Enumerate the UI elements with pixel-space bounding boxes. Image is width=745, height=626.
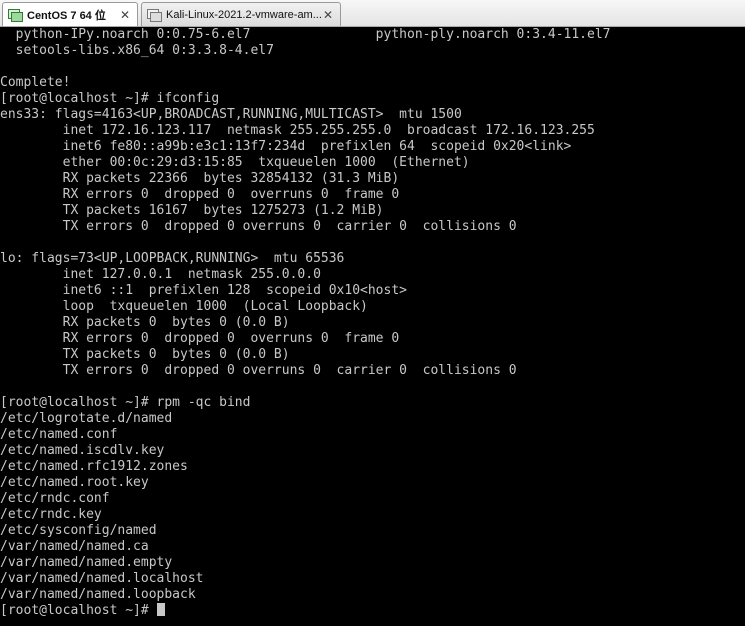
terminal-line: /etc/named.rfc1912.zones bbox=[0, 459, 188, 474]
vmware-window: CentOS 7 64 位 ✕ Kali-Linux-2021.2-vmware… bbox=[0, 0, 745, 626]
terminal-line: RX errors 0 dropped 0 overruns 0 frame 0 bbox=[0, 331, 400, 346]
terminal-line: inet6 ::1 prefixlen 128 scopeid 0x10<hos… bbox=[0, 283, 407, 298]
terminal-line: TX packets 16167 bytes 1275273 (1.2 MiB) bbox=[0, 203, 384, 218]
terminal-line: /var/named/named.localhost bbox=[0, 571, 204, 586]
terminal-line: RX packets 0 bytes 0 (0.0 B) bbox=[0, 315, 290, 330]
terminal-line: /etc/named.root.key bbox=[0, 475, 149, 490]
terminal-line: inet 127.0.0.1 netmask 255.0.0.0 bbox=[0, 267, 321, 282]
terminal-line: [root@localhost ~]# bbox=[0, 603, 165, 619]
tab-centos[interactable]: CentOS 7 64 位 ✕ bbox=[2, 2, 138, 26]
terminal-line: /var/named/named.ca bbox=[0, 539, 149, 554]
terminal-line: /etc/sysconfig/named bbox=[0, 523, 157, 538]
terminal-line: /etc/named.iscdlv.key bbox=[0, 443, 165, 458]
close-icon[interactable]: ✕ bbox=[118, 8, 132, 22]
vm-tab-bar: CentOS 7 64 位 ✕ Kali-Linux-2021.2-vmware… bbox=[0, 0, 745, 27]
terminal-line: /etc/logrotate.d/named bbox=[0, 411, 173, 426]
tab-label: Kali-Linux-2021.2-vmware-am... bbox=[166, 8, 321, 21]
vm-icon bbox=[147, 8, 162, 22]
terminal-line: /etc/rndc.conf bbox=[0, 491, 110, 506]
terminal-line: inet6 fe80::a99b:e3c1:13f7:234d prefixle… bbox=[0, 139, 572, 154]
terminal-line: [root@localhost ~]# rpm -qc bind bbox=[0, 395, 251, 410]
terminal-line: TX errors 0 dropped 0 overruns 0 carrier… bbox=[0, 363, 517, 378]
terminal-line: inet 172.16.123.117 netmask 255.255.255.… bbox=[0, 123, 595, 138]
vm-icon bbox=[8, 8, 23, 22]
terminal-line: /var/named/named.empty bbox=[0, 555, 173, 570]
terminal-line: RX packets 22366 bytes 32854132 (31.3 Mi… bbox=[0, 171, 400, 186]
close-icon[interactable]: ✕ bbox=[321, 8, 335, 22]
terminal-line: lo: flags=73<UP,LOOPBACK,RUNNING> mtu 65… bbox=[0, 251, 345, 266]
terminal-line: setools-libs.x86_64 0:3.3.8-4.el7 bbox=[0, 43, 274, 58]
tab-label: CentOS 7 64 位 bbox=[27, 9, 106, 22]
terminal-cursor bbox=[156, 603, 165, 616]
terminal-line: loop txqueuelen 1000 (Local Loopback) bbox=[0, 299, 368, 314]
terminal-line: Complete! bbox=[0, 75, 71, 90]
tab-kali[interactable]: Kali-Linux-2021.2-vmware-am... ✕ bbox=[141, 2, 341, 26]
terminal-line: python-IPy.noarch 0:0.75-6.el7 python-pl… bbox=[0, 27, 611, 42]
terminal-line: [root@localhost ~]# ifconfig bbox=[0, 91, 220, 106]
terminal-line: TX packets 0 bytes 0 (0.0 B) bbox=[0, 347, 290, 362]
terminal-line: /etc/named.conf bbox=[0, 427, 118, 442]
terminal-line: ether 00:0c:29:d3:15:85 txqueuelen 1000 … bbox=[0, 155, 470, 170]
terminal-line: RX errors 0 dropped 0 overruns 0 frame 0 bbox=[0, 187, 400, 202]
terminal-line: /var/named/named.loopback bbox=[0, 587, 196, 602]
terminal-line: TX errors 0 dropped 0 overruns 0 carrier… bbox=[0, 219, 517, 234]
terminal-console[interactable]: python-IPy.noarch 0:0.75-6.el7 python-pl… bbox=[0, 27, 745, 626]
terminal-line: ens33: flags=4163<UP,BROADCAST,RUNNING,M… bbox=[0, 107, 462, 122]
terminal-line: /etc/rndc.key bbox=[0, 507, 102, 522]
